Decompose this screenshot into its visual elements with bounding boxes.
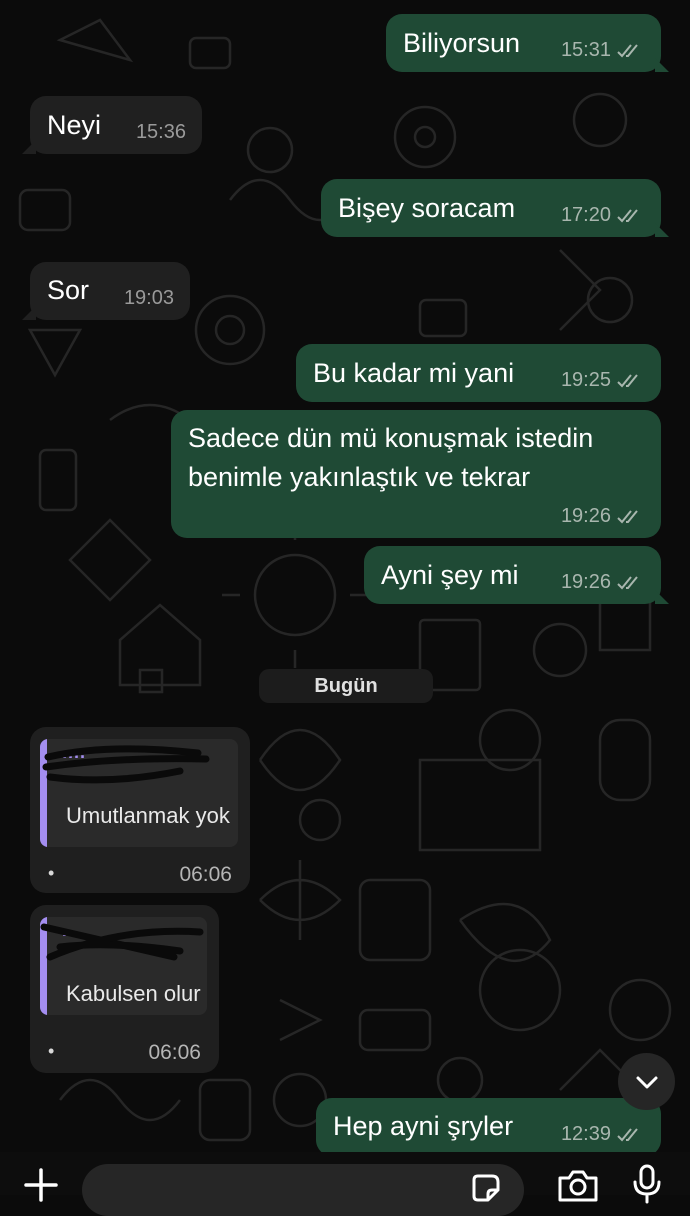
double-check-icon — [617, 208, 638, 222]
plus-icon[interactable] — [22, 1166, 60, 1204]
double-check-icon — [617, 1127, 638, 1141]
camera-icon[interactable] — [556, 1168, 600, 1204]
message-text: Sor — [47, 275, 90, 305]
outgoing-message[interactable]: Hep ayni şryler 12:39 — [316, 1098, 661, 1156]
message-meta: 19:03 — [124, 287, 174, 310]
message-time: 06:06 — [148, 1041, 201, 1064]
message-input[interactable] — [82, 1164, 524, 1216]
outgoing-message[interactable]: Ayni şey mi 19:26 — [364, 546, 669, 604]
bubble-tail — [655, 590, 669, 604]
message-text: Bişey soracam — [338, 193, 516, 223]
outgoing-message[interactable]: Bişey soracam 17:20 — [321, 179, 669, 237]
message-meta: 12:39 — [561, 1123, 645, 1146]
message-meta: 19:25 — [561, 369, 645, 392]
message-composer — [0, 1152, 690, 1216]
bubble-tail — [655, 58, 669, 72]
double-check-icon — [617, 509, 638, 523]
message-text-line-2: benimle yakınlaştık ve tekrar — [188, 462, 531, 492]
outgoing-message[interactable]: Biliyorsun 15:31 — [386, 14, 669, 72]
outgoing-message[interactable]: Sadece dün mü konuşmak istedin benimle y… — [171, 410, 661, 538]
message-text: Neyi — [47, 110, 102, 140]
message-text: Bu kadar mi yani — [313, 358, 515, 388]
incoming-message[interactable]: Neyi 15:36 — [22, 96, 202, 154]
message-text: Hep ayni şryler — [333, 1111, 514, 1141]
quoted-message-preview[interactable]: ···· Umutlanmak yok — [40, 739, 238, 847]
message-time: 06:06 — [179, 863, 232, 886]
date-separator: Bugün — [259, 669, 433, 703]
redaction-scribble — [42, 745, 210, 784]
chevron-down-icon — [636, 1076, 657, 1088]
message-meta: 19:26 — [561, 505, 645, 528]
message-time: 19:25 — [560, 369, 611, 391]
message-time: 15:36 — [135, 121, 186, 143]
bubble-tail — [655, 223, 669, 237]
incoming-quoted-message[interactable]: ···· Umutlanmak yok • 06:06 — [30, 727, 250, 893]
outgoing-message[interactable]: Bu kadar mi yani 19:25 — [296, 344, 661, 402]
sticker-icon[interactable] — [472, 1172, 504, 1204]
message-text: Ayni şey mi — [381, 560, 519, 590]
bubble-tail — [22, 140, 36, 154]
message-text: Biliyorsun — [403, 28, 521, 58]
double-check-icon — [617, 43, 638, 57]
incoming-message[interactable]: Sor 19:03 — [22, 262, 190, 320]
incoming-quoted-message[interactable]: ···· Kabulsen olur • 06:06 — [30, 905, 219, 1073]
message-time: 15:31 — [560, 39, 611, 61]
message-meta: 15:36 — [136, 121, 186, 144]
scroll-to-bottom-button[interactable] — [618, 1053, 675, 1110]
message-meta: 17:20 — [561, 204, 645, 227]
message-meta: 15:31 — [561, 39, 645, 62]
quoted-message-preview[interactable]: ···· Kabulsen olur — [40, 917, 207, 1015]
message-time: 19:26 — [560, 571, 611, 593]
bubble-tail — [22, 306, 36, 320]
mic-icon[interactable] — [632, 1164, 662, 1204]
double-check-icon — [617, 575, 638, 589]
reply-text: • — [48, 1041, 55, 1061]
message-meta: 19:26 — [561, 571, 645, 594]
redaction-scribble — [40, 923, 204, 961]
quoted-text: Umutlanmak yok — [66, 803, 230, 828]
message-time: 19:26 — [560, 505, 611, 527]
message-time: 19:03 — [123, 287, 174, 309]
message-time: 12:39 — [560, 1123, 611, 1145]
reply-text: • — [48, 863, 55, 883]
double-check-icon — [617, 373, 638, 387]
quoted-text: Kabulsen olur — [66, 981, 201, 1006]
message-time: 17:20 — [560, 204, 611, 226]
message-text-line-1: Sadece dün mü konuşmak istedin — [188, 423, 594, 453]
